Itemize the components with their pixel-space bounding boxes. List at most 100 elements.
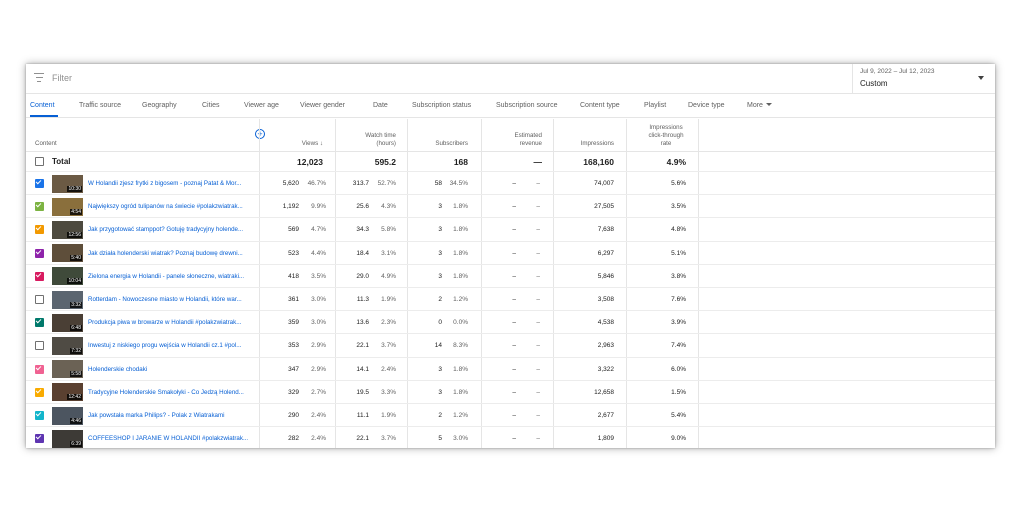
tab-playlist[interactable]: Playlist xyxy=(644,102,666,109)
video-title-link[interactable]: Jak powstała marka Philips? - Polak z Wi… xyxy=(88,412,258,419)
tab-geography[interactable]: Geography xyxy=(142,102,177,109)
impressions-value: 3,322 xyxy=(597,365,614,373)
ctr-value: 3.5% xyxy=(671,203,686,211)
tab-viewer-age[interactable]: Viewer age xyxy=(244,102,279,109)
video-title-link[interactable]: Holenderskie chodaki xyxy=(88,366,258,373)
table-row[interactable]: 12:42 Tradycyjne Holenderskie Smakołyki -… xyxy=(26,381,995,404)
revenue-percent: – xyxy=(536,296,540,303)
row-checkbox[interactable] xyxy=(35,225,44,235)
revenue-value: – xyxy=(512,272,516,280)
video-title-link[interactable]: COFFEESHOP I JARANIE W HOLANDII #polakzw… xyxy=(88,435,258,442)
video-thumbnail[interactable]: 3:32 xyxy=(52,290,83,309)
video-title-link[interactable]: Jak działa holenderski wiatrak? Poznaj b… xyxy=(88,250,258,257)
row-checkbox[interactable] xyxy=(35,341,44,351)
video-thumbnail[interactable]: 12:56 xyxy=(52,220,83,239)
tab-date[interactable]: Date xyxy=(373,102,388,109)
video-thumbnail[interactable]: 7:32 xyxy=(52,336,83,355)
video-thumbnail[interactable]: 5:40 xyxy=(52,244,83,263)
subscribers-value: 0 xyxy=(438,319,442,327)
video-title-link[interactable]: Inwestuj z niskiego progu wejścia w Hola… xyxy=(88,342,258,349)
select-all-checkbox[interactable] xyxy=(35,157,44,166)
table-row[interactable]: 5:40 Jak działa holenderski wiatrak? Pozn… xyxy=(26,242,995,265)
checkmark-icon xyxy=(35,433,42,440)
video-thumbnail[interactable]: 12:42 xyxy=(52,383,83,402)
analytics-table-panel: Filter Jul 9, 2022 – Jul 12, 2023 Custom… xyxy=(26,64,995,448)
tab-viewer-gender[interactable]: Viewer gender xyxy=(300,102,345,109)
views-value: 290 xyxy=(288,412,299,419)
table-row[interactable]: 3:32 Rotterdam - Nowoczesne miasto w Hola… xyxy=(26,288,995,312)
filter-bar[interactable]: Filter Jul 9, 2022 – Jul 12, 2023 Custom xyxy=(26,64,995,94)
watch-time-value: 22.1 xyxy=(356,342,369,350)
subscribers-percent: 1.8% xyxy=(453,365,468,373)
table-row[interactable]: 4:46 Jak powstała marka Philips? - Polak … xyxy=(26,404,995,428)
table-row[interactable]: 5:58 Holenderskie chodaki 347 2.9% 14.1 2.4% 3… xyxy=(26,358,995,381)
video-thumbnail[interactable]: 5:58 xyxy=(52,360,83,379)
table-row[interactable]: 6:39 COFFEESHOP I JARANIE W HOLANDII #pol… xyxy=(26,427,995,448)
video-thumbnail[interactable]: 10:30 xyxy=(52,174,83,193)
tab-cities[interactable]: Cities xyxy=(202,102,220,109)
views-value: 523 xyxy=(288,249,299,257)
table-row[interactable]: 4:54 Największy ogród tulipanów na świeci… xyxy=(26,195,995,219)
table-row[interactable]: 12:56 Jak przygotować stamppot? Gotuję tr… xyxy=(26,218,995,242)
row-checkbox[interactable] xyxy=(35,271,44,281)
table-row[interactable]: 10:04 Zielona energia w Holandii - panele… xyxy=(26,265,995,288)
sort-arrow-down-icon: ↓ xyxy=(319,140,323,147)
column-header-views[interactable]: Views ↓ xyxy=(281,140,323,148)
table-row[interactable]: 10:30 W Holandii zjesz frytki z bigosem -… xyxy=(26,172,995,196)
video-title-link[interactable]: Zielona energia w Holandii - panele słon… xyxy=(88,273,258,280)
row-checkbox[interactable] xyxy=(35,410,44,420)
video-thumbnail[interactable]: 4:46 xyxy=(52,406,83,425)
row-checkbox[interactable] xyxy=(35,248,44,258)
video-title-link[interactable]: Jak przygotować stamppot? Gotuję tradycy… xyxy=(88,226,258,233)
watch-time-percent: 5.8% xyxy=(381,226,396,234)
add-column-icon[interactable]: + xyxy=(255,129,265,139)
column-header-watch-time[interactable]: Watch time (hours) xyxy=(346,132,396,148)
filter-icon[interactable] xyxy=(34,73,44,83)
tab-device-type[interactable]: Device type xyxy=(688,102,725,109)
video-title-link[interactable]: Produkcja piwa w browarze w Holandii #po… xyxy=(88,319,258,326)
row-checkbox[interactable] xyxy=(35,317,44,328)
column-header-impressions[interactable]: Impressions xyxy=(566,140,614,148)
video-thumbnail[interactable]: 10:04 xyxy=(52,267,83,286)
column-header-ctr[interactable]: Impressions click-through rate xyxy=(636,124,696,148)
views-value: 329 xyxy=(288,388,299,396)
row-checkbox[interactable] xyxy=(35,364,44,374)
column-header-subscribers[interactable]: Subscribers xyxy=(416,140,468,148)
row-checkbox[interactable] xyxy=(35,387,44,397)
video-title-link[interactable]: Tradycyjne Holenderskie Smakołyki - Co J… xyxy=(88,389,258,396)
video-thumbnail[interactable]: 6:39 xyxy=(52,429,83,448)
video-thumbnail[interactable]: 6:48 xyxy=(52,313,83,332)
row-checkbox[interactable] xyxy=(35,178,44,188)
subscribers-percent: 3.0% xyxy=(453,435,468,443)
table-row[interactable]: 7:32 Inwestuj z niskiego progu wejścia w … xyxy=(26,334,995,358)
tab-subscription-source[interactable]: Subscription source xyxy=(496,102,557,109)
video-thumbnail[interactable]: 4:54 xyxy=(52,197,83,216)
video-duration: 7:32 xyxy=(70,347,82,354)
views-percent: 9.9% xyxy=(311,203,326,211)
ctr-header-line3: rate xyxy=(660,140,672,147)
column-header-revenue[interactable]: Estimated revenue xyxy=(491,132,542,148)
total-ctr: 4.9% xyxy=(666,157,686,167)
video-title-link[interactable]: Rotterdam - Nowoczesne miasto w Holandii… xyxy=(88,296,258,303)
views-value: 569 xyxy=(288,226,299,234)
video-duration: 12:56 xyxy=(67,231,82,238)
subscribers-value: 3 xyxy=(438,249,442,257)
row-checkbox[interactable] xyxy=(35,201,44,212)
video-duration: 10:04 xyxy=(67,278,82,285)
tab-subscription-status[interactable]: Subscription status xyxy=(412,102,471,109)
tab-content[interactable]: Content xyxy=(30,102,55,109)
video-title-link[interactable]: Największy ogród tulipanów na świecie #p… xyxy=(88,203,258,210)
tab-more[interactable]: More xyxy=(747,102,772,109)
views-percent: 46.7% xyxy=(307,180,326,187)
date-range-selector[interactable]: Jul 9, 2022 – Jul 12, 2023 Custom xyxy=(852,64,995,94)
video-title-link[interactable]: W Holandii zjesz frytki z bigosem - pozn… xyxy=(88,180,258,187)
row-checkbox[interactable] xyxy=(35,433,44,444)
subscribers-percent: 1.8% xyxy=(453,272,468,280)
table-row[interactable]: 6:48 Produkcja piwa w browarze w Holandii… xyxy=(26,311,995,335)
subscribers-percent: 1.8% xyxy=(453,249,468,257)
row-checkbox[interactable] xyxy=(35,295,44,304)
revenue-value: – xyxy=(512,365,516,373)
filter-input[interactable]: Filter xyxy=(52,73,72,83)
tab-traffic-source[interactable]: Traffic source xyxy=(79,102,121,109)
tab-content-type[interactable]: Content type xyxy=(580,102,620,109)
